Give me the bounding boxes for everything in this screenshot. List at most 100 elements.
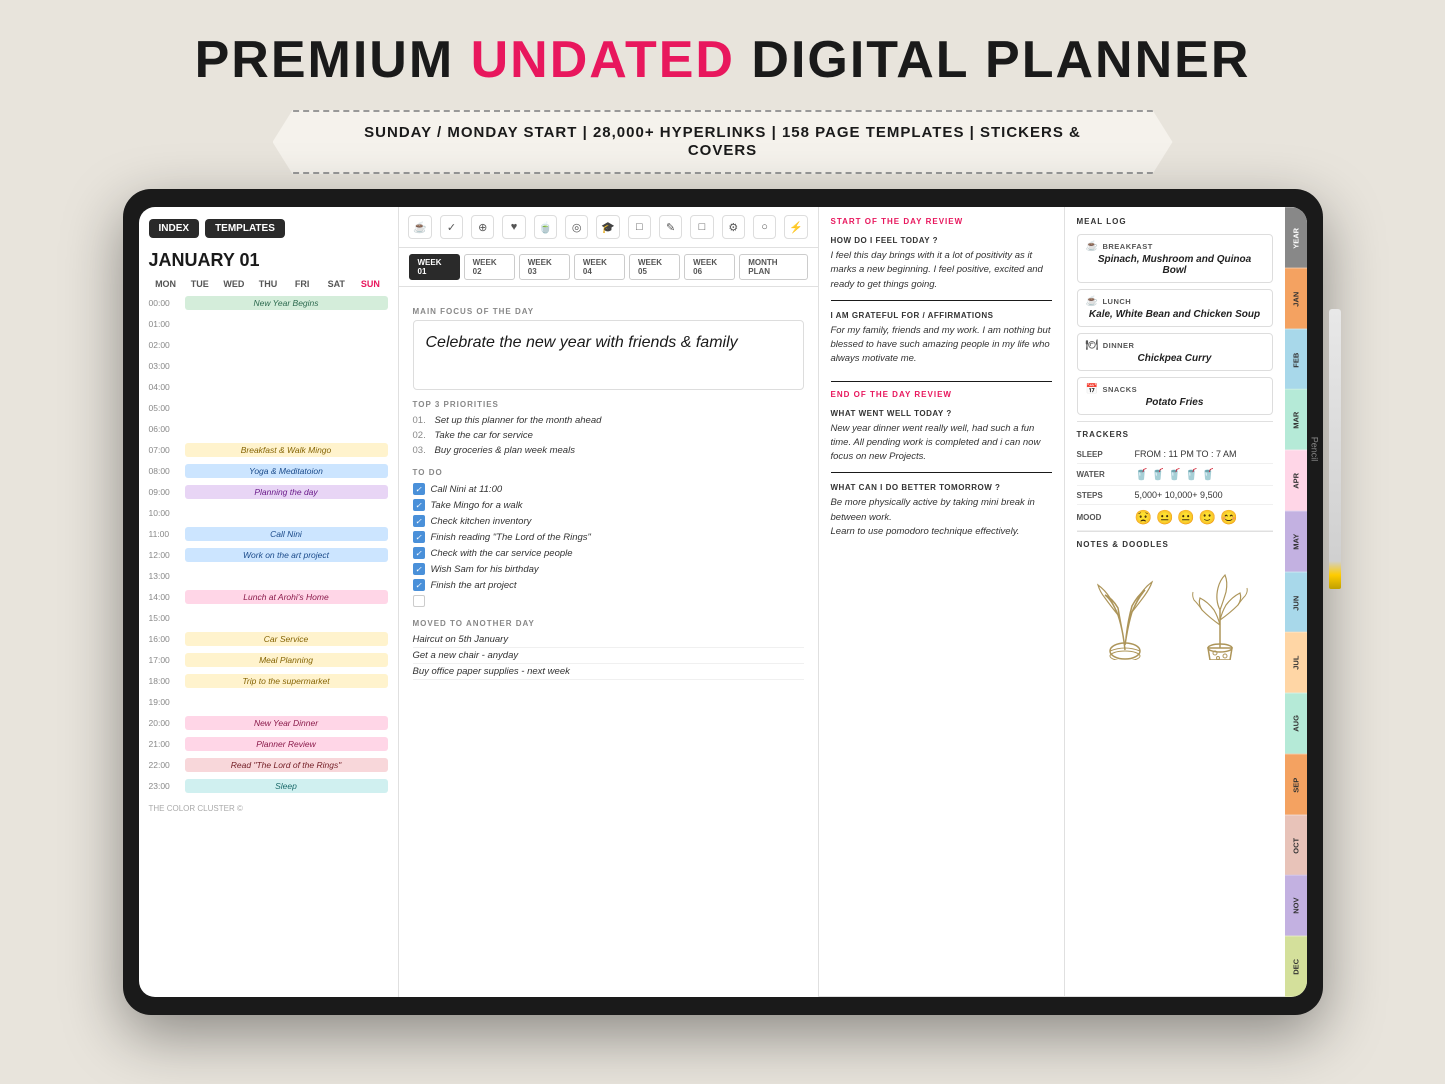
month-tab-may[interactable]: MAY: [1285, 511, 1307, 572]
toolbar-icon-heart[interactable]: ♥: [502, 215, 525, 239]
daily-schedule: 00:00New Year Begins01:0002:0003:0004:00…: [149, 293, 388, 796]
toolbar-icon-coffee[interactable]: ☕: [408, 215, 431, 239]
toolbar-icon-rect[interactable]: □: [628, 215, 651, 239]
meal-type-label: ☕ BREAKFAST: [1086, 241, 1264, 252]
toolbar-icon-circle[interactable]: ◎: [565, 215, 588, 239]
mood-5: 😊: [1220, 509, 1237, 526]
checked-box[interactable]: ✓: [413, 499, 425, 511]
tablet-screen: INDEX TEMPLATES JANUARY 01 MON TUE WED T…: [139, 207, 1307, 997]
toolbar-icon-check[interactable]: ✓: [440, 215, 463, 239]
schedule-event: Lunch at Arohi's Home: [185, 590, 388, 604]
todo-item: ✓Finish the art project: [413, 577, 804, 593]
review-top: START OF THE DAY REVIEW HOW DO I FEEL TO…: [819, 207, 1285, 997]
meal-log-label: MEAL LOG: [1077, 217, 1273, 226]
checked-box[interactable]: ✓: [413, 483, 425, 495]
time-label: 11:00: [149, 529, 185, 539]
checked-box[interactable]: ✓: [413, 563, 425, 575]
toolbar-icon-square[interactable]: □: [690, 215, 713, 239]
toolbar-icon-hat[interactable]: 🎓: [596, 215, 619, 239]
month-tab-mar[interactable]: MAR: [1285, 389, 1307, 450]
checked-box[interactable]: ✓: [413, 547, 425, 559]
meal-type-label: 🍽 DINNER: [1086, 340, 1264, 351]
todo-item: ✓ Check with the car service people: [413, 545, 804, 561]
notes-label: NOTES & DOODLES: [1077, 540, 1273, 549]
week-tab-3[interactable]: WEEK 03: [519, 254, 570, 280]
toolbar-icon-dot[interactable]: ○: [753, 215, 776, 239]
priority-text: Set up this planner for the month ahead: [435, 415, 602, 426]
month-tab-jul[interactable]: JUL: [1285, 632, 1307, 693]
month-tab-oct[interactable]: OCT: [1285, 815, 1307, 876]
time-label: 22:00: [149, 760, 185, 770]
calendar-panel: INDEX TEMPLATES JANUARY 01 MON TUE WED T…: [139, 207, 399, 997]
month-tab-year[interactable]: YEAR: [1285, 207, 1307, 268]
toolbar-icon-mug[interactable]: 🍵: [534, 215, 557, 239]
toolbar-icon-lightning[interactable]: ⚡: [784, 215, 807, 239]
main-focus-box[interactable]: Celebrate the new year with friends & fa…: [413, 320, 804, 390]
unchecked-box[interactable]: [413, 595, 425, 607]
checked-box[interactable]: ✓: [413, 579, 425, 591]
banner-text: SUNDAY / MONDAY START | 28,000+ HYPERLIN…: [364, 124, 1081, 159]
week-tabs: WEEK 01 WEEK 02 WEEK 03 WEEK 04 WEEK 05 …: [399, 248, 818, 287]
todo-item: ✓Call Nini at 11:00: [413, 481, 804, 497]
month-tab-apr[interactable]: APR: [1285, 450, 1307, 511]
month-plan-tab[interactable]: MONTH PLAN: [739, 254, 807, 280]
sleep-label: SLEEP: [1077, 450, 1127, 459]
mood-tracker: MOOD 😟 😐 😐 🙂 😊: [1077, 505, 1273, 531]
checked-box[interactable]: ✓: [413, 531, 425, 543]
toolbar-icon-gear[interactable]: ⚙: [722, 215, 745, 239]
sleep-tracker: SLEEP FROM : 11 PM TO : 7 AM: [1077, 445, 1273, 464]
tablet-device: INDEX TEMPLATES JANUARY 01 MON TUE WED T…: [123, 189, 1323, 1015]
water-tracker: WATER 🥤 🥤 🥤 🥤 🥤: [1077, 464, 1273, 486]
todo-item: ✓Take Mingo for a walk: [413, 497, 804, 513]
time-slot: 08:00Yoga & Meditatoion: [149, 461, 388, 481]
moved-item: Get a new chair - anyday: [413, 648, 804, 664]
toolbar-icon-plus[interactable]: ⊕: [471, 215, 494, 239]
week-tab-1[interactable]: WEEK 01: [409, 254, 460, 280]
time-label: 03:00: [149, 361, 185, 371]
main-focus-label: MAIN FOCUS OF THE DAY: [413, 307, 804, 316]
month-tab-feb[interactable]: FEB: [1285, 329, 1307, 390]
index-button[interactable]: INDEX: [149, 219, 200, 238]
went-well-question: WHAT WENT WELL TODAY ?: [831, 409, 1052, 418]
month-tab-dec[interactable]: DEC: [1285, 936, 1307, 997]
time-slot: 22:00Read "The Lord of the Rings": [149, 755, 388, 775]
week-tab-6[interactable]: WEEK 06: [684, 254, 735, 280]
schedule-event: Breakfast & Walk Mingo: [185, 443, 388, 457]
priorities-list: 01. Set up this planner for the month ahe…: [413, 413, 804, 458]
time-label: 23:00: [149, 781, 185, 791]
time-slot: 20:00New Year Dinner: [149, 713, 388, 733]
priority-text: Buy groceries & plan week meals: [435, 445, 575, 456]
apple-pencil: [1329, 309, 1341, 589]
priority-num: 02.: [413, 430, 429, 441]
cup-4: 🥤: [1185, 468, 1199, 481]
week-tab-2[interactable]: WEEK 02: [464, 254, 515, 280]
time-label: 08:00: [149, 466, 185, 476]
month-tab-jun[interactable]: JUN: [1285, 572, 1307, 633]
week-tab-5[interactable]: WEEK 05: [629, 254, 680, 280]
meal-name: Chickpea Curry: [1086, 353, 1264, 364]
checked-box[interactable]: ✓: [413, 515, 425, 527]
trackers-label: TRACKERS: [1077, 430, 1273, 439]
month-tab-jan[interactable]: JAN: [1285, 268, 1307, 329]
month-tab-nov[interactable]: NOV: [1285, 875, 1307, 936]
doodles-area: [1077, 555, 1273, 665]
time-slot: 19:00: [149, 692, 388, 712]
priority-item: 03.Buy groceries & plan week meals: [413, 443, 804, 458]
meal-type-label: 📅 SNACKS: [1086, 384, 1264, 395]
mood-icons: 😟 😐 😐 🙂 😊: [1135, 509, 1238, 526]
toolbar-icon-pencil[interactable]: ✎: [659, 215, 682, 239]
todo-text: Check with the car service people: [431, 548, 573, 559]
title-highlight: UNDATED: [471, 31, 735, 89]
priority-num: 01.: [413, 415, 429, 426]
cup-2: 🥤: [1151, 468, 1165, 481]
time-label: 07:00: [149, 445, 185, 455]
meal-icon: ☕: [1086, 296, 1099, 307]
moved-list: Haircut on 5th JanuaryGet a new chair - …: [413, 632, 804, 680]
time-slot: 18:00Trip to the supermarket: [149, 671, 388, 691]
month-tab-sep[interactable]: SEP: [1285, 754, 1307, 815]
time-slot: 12:00Work on the art project: [149, 545, 388, 565]
templates-button[interactable]: TEMPLATES: [205, 219, 285, 238]
week-tab-4[interactable]: WEEK 04: [574, 254, 625, 280]
cup-5: 🥤: [1201, 468, 1215, 481]
month-tab-aug[interactable]: AUG: [1285, 693, 1307, 754]
